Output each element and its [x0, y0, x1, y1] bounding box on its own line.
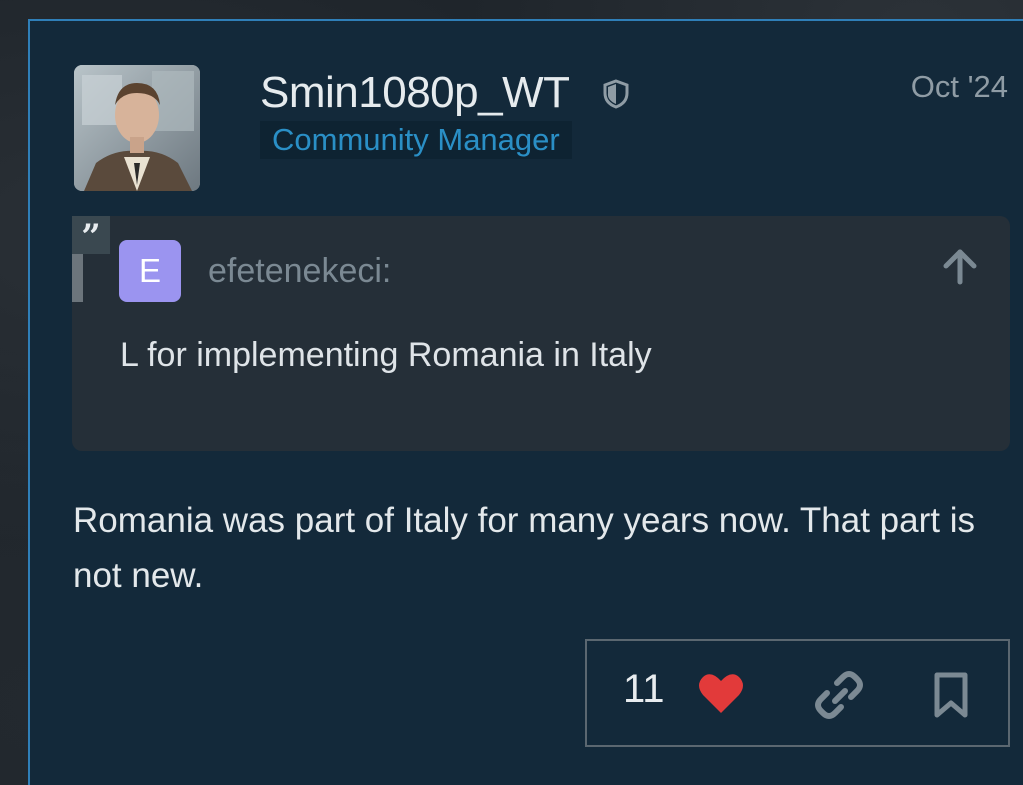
arrow-up-icon[interactable] [940, 246, 980, 286]
user-title-badge: Community Manager [260, 121, 572, 159]
shield-icon [603, 79, 629, 109]
post-card: Smin1080p_WT Community Manager Oct '24 ”… [28, 19, 1023, 785]
quote-block: ” E efetenekeci: L for implementing Roma… [72, 216, 1010, 451]
post-actions: 11 [585, 639, 1010, 747]
user-avatar[interactable] [74, 65, 200, 191]
quote-mark-icon: ” [72, 216, 110, 257]
post-body: Romania was part of Italy for many years… [73, 501, 975, 595]
post-date[interactable]: Oct '24 [911, 69, 1008, 105]
avatar-portrait-icon [74, 65, 200, 191]
heart-icon[interactable] [697, 671, 745, 715]
quote-author-avatar[interactable]: E [119, 240, 181, 302]
quote-author-name: efetenekeci: [208, 252, 392, 290]
post-username[interactable]: Smin1080p_WT [260, 67, 570, 119]
bookmark-icon[interactable] [932, 671, 970, 719]
quote-text: L for implementing Romania in Italy [120, 336, 652, 374]
link-icon[interactable] [815, 671, 863, 719]
like-count[interactable]: 11 [623, 667, 665, 712]
